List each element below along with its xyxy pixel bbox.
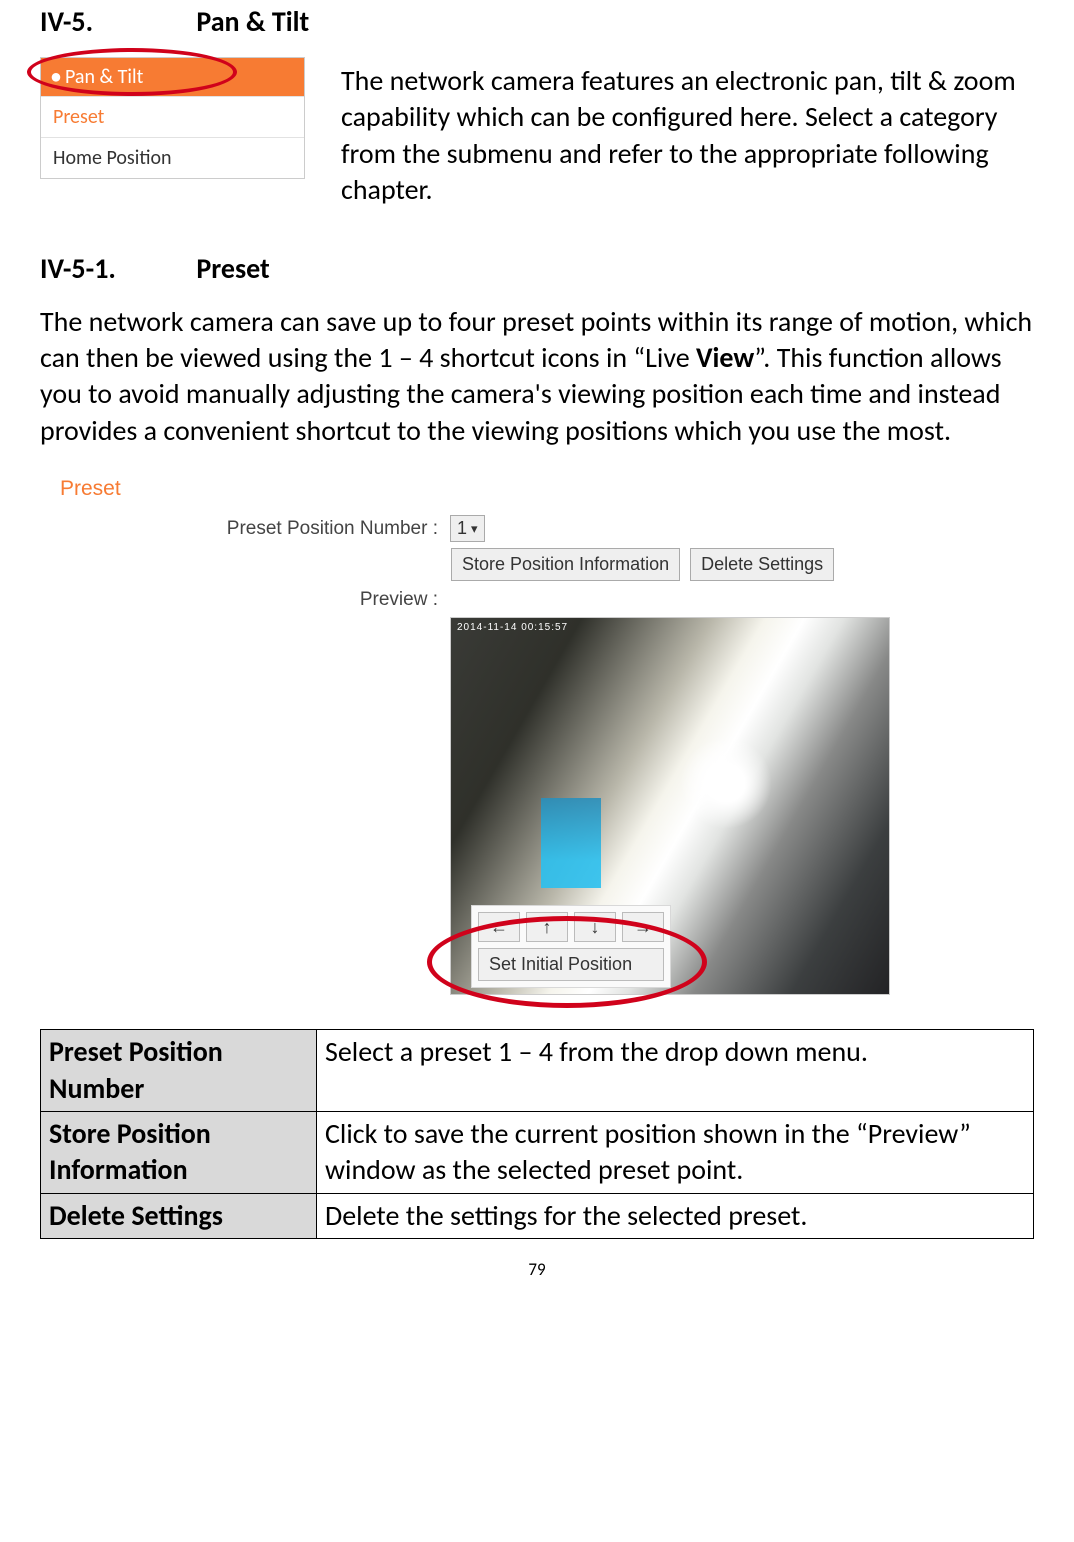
tilt-down-button[interactable]: ↓ bbox=[574, 912, 616, 942]
dropdown-value: 1 bbox=[457, 518, 467, 539]
intro-paragraph: The network camera features an electroni… bbox=[341, 57, 1034, 209]
set-initial-position-button[interactable]: Set Initial Position bbox=[478, 948, 664, 981]
label-preview: Preview : bbox=[60, 589, 450, 611]
pan-right-button[interactable]: → bbox=[622, 912, 664, 942]
section-number: IV-5-1. bbox=[40, 251, 190, 286]
submenu-item-home-position[interactable]: Home Position bbox=[41, 137, 304, 178]
section-title: Pan & Tilt bbox=[196, 4, 309, 39]
preview-timestamp: 2014-11-14 00:15:57 bbox=[457, 622, 568, 633]
cell-header: Store Position Information bbox=[41, 1111, 317, 1193]
cell-desc: Click to save the current position shown… bbox=[317, 1111, 1034, 1193]
preset-panel: Preset Preset Position Number : 1 ▾ Stor… bbox=[60, 477, 990, 995]
cell-desc: Delete the settings for the selected pre… bbox=[317, 1193, 1034, 1238]
chevron-down-icon: ▾ bbox=[471, 521, 478, 537]
section-number: IV-5. bbox=[40, 4, 190, 39]
preview-light-blob bbox=[681, 738, 771, 828]
preview-box: 2014-11-14 00:15:57 ← ↑ ↓ → Set Initial … bbox=[450, 617, 890, 995]
section-heading-iv51: IV-5-1. Preset bbox=[40, 251, 1034, 286]
table-row: Delete Settings Delete the settings for … bbox=[41, 1193, 1034, 1238]
submenu-item-preset[interactable]: Preset bbox=[41, 96, 304, 137]
delete-settings-button[interactable]: Delete Settings bbox=[690, 548, 834, 581]
section-title: Preset bbox=[196, 251, 269, 286]
preview-blue-glow bbox=[541, 798, 601, 888]
cell-header: Preset Position Number bbox=[41, 1030, 317, 1112]
para-bold: View bbox=[696, 340, 754, 375]
submenu-header-label: Pan & Tilt bbox=[65, 65, 143, 89]
tilt-up-button[interactable]: ↑ bbox=[526, 912, 568, 942]
table-row: Preset Position Number Select a preset 1… bbox=[41, 1030, 1034, 1112]
store-position-button[interactable]: Store Position Information bbox=[451, 548, 680, 581]
cell-desc: Select a preset 1 – 4 from the drop down… bbox=[317, 1030, 1034, 1112]
preset-panel-title: Preset bbox=[60, 477, 990, 501]
submenu-header-pan-tilt[interactable]: •Pan & Tilt bbox=[41, 58, 304, 96]
preview-controls: ← ↑ ↓ → Set Initial Position bbox=[471, 905, 671, 988]
section-heading-iv5: IV-5. Pan & Tilt bbox=[40, 4, 1034, 39]
submenu-box: •Pan & Tilt Preset Home Position bbox=[40, 57, 305, 179]
label-preset-position-number: Preset Position Number : bbox=[60, 518, 450, 540]
pan-left-button[interactable]: ← bbox=[478, 912, 520, 942]
preset-position-dropdown[interactable]: 1 ▾ bbox=[450, 515, 485, 542]
preset-description: The network camera can save up to four p… bbox=[40, 304, 1034, 450]
bullet-icon: • bbox=[51, 65, 61, 89]
table-row: Store Position Information Click to save… bbox=[41, 1111, 1034, 1193]
page-number: 79 bbox=[40, 1259, 1034, 1280]
settings-table: Preset Position Number Select a preset 1… bbox=[40, 1029, 1034, 1239]
cell-header: Delete Settings bbox=[41, 1193, 317, 1238]
